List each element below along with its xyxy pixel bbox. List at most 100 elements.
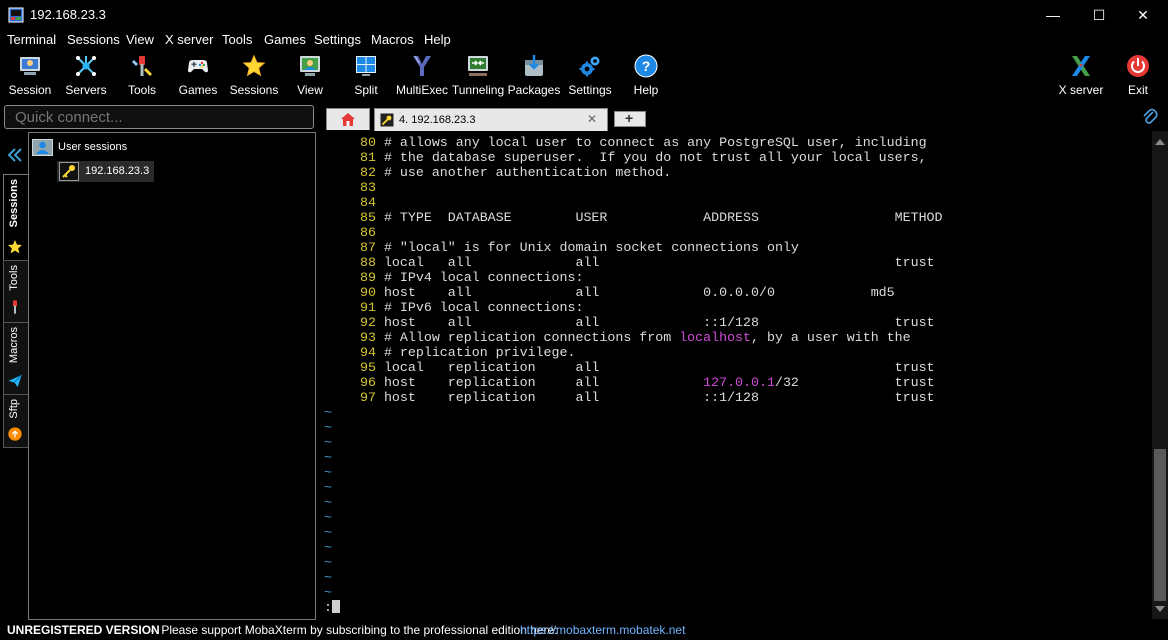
tools-icon [132,56,152,76]
line-text: # IPv6 local connections: [383,300,584,315]
menu-games[interactable]: Games [264,32,306,47]
new-tab-button[interactable]: + [614,110,646,127]
terminal-line: 86 [360,225,384,240]
empty-line-marker: ~ [324,570,332,585]
command-line[interactable]: : [324,600,340,615]
terminal-view[interactable]: 80 # allows any local user to connect as… [320,131,1152,619]
side-tab-sessions[interactable]: Sessions [3,174,29,262]
line-text: # replication privilege. [383,345,576,360]
terminal-line: 83 [360,180,384,195]
home-tab[interactable] [326,108,370,130]
terminal-line: 84 [360,195,384,210]
menu-view[interactable]: View [126,32,154,47]
line-number: 87 [360,240,384,255]
line-text: host replication all [383,375,704,390]
empty-line-marker: ~ [324,540,332,555]
scrollbar-thumb[interactable] [1154,449,1166,601]
user-sessions-label: User sessions [58,141,128,153]
scroll-down-icon[interactable] [1155,606,1165,614]
app-logo-icon [8,7,24,23]
servers-icon [76,56,96,76]
scroll-up-icon[interactable] [1155,137,1165,145]
line-text: # IPv4 local connections: [383,270,584,285]
session-tab[interactable]: 4. 192.168.23.3 ✕ [374,108,608,131]
empty-line-marker: ~ [324,555,332,570]
side-tab-sftp[interactable]: Sftp [3,394,29,448]
quick-connect-input[interactable] [15,107,305,127]
menu-terminal[interactable]: Terminal [7,32,56,47]
minimize-button[interactable]: — [1030,0,1076,30]
line-text: # allows any local user to connect as an… [383,135,927,150]
terminal-line: 87 # "local" is for Unix domain socket c… [360,240,799,255]
terminal-line: 94 # replication privilege. [360,345,575,360]
star-icon [242,54,266,77]
line-number: 86 [360,225,384,240]
terminal-line: 88 local all all trust [360,255,935,270]
menu-x-server[interactable]: X server [165,32,213,47]
menu-tools[interactable]: Tools [222,32,252,47]
line-number: 94 [360,345,384,360]
empty-line-marker: ~ [324,495,332,510]
empty-line-marker: ~ [324,480,332,495]
split-button[interactable]: Split [338,52,394,100]
menu-settings[interactable]: Settings [314,32,361,47]
side-tab-tools-label: Tools [8,265,20,291]
home-icon [341,113,355,126]
user-sessions-icon [32,139,53,156]
user-sessions-folder[interactable]: User sessions [32,139,262,157]
empty-line-marker: ~ [324,585,332,600]
menu-sessions[interactable]: Sessions [67,32,120,47]
settings-button[interactable]: Settings [562,52,618,100]
line-number: 88 [360,255,384,270]
multiexec-button[interactable]: MultiExec [394,52,450,100]
window-title: 192.168.23.3 [30,7,106,22]
terminal-line: 96 host replication all 127.0.0.1/32 tru… [360,375,935,390]
main-toolbar: Session Servers Tools Games Sessions Vie… [0,50,1168,102]
line-number: 95 [360,360,384,375]
tunneling-button[interactable]: Tunneling [450,52,506,100]
session-tab-label: 4. 192.168.23.3 [399,114,476,126]
line-text: /32 trust [774,375,935,390]
sessions-button[interactable]: Sessions [226,52,282,100]
menu-macros[interactable]: Macros [371,32,414,47]
packages-button[interactable]: Packages [506,52,562,100]
help-button[interactable]: ? Help [618,52,674,100]
terminal-line: 97 host replication all ::1/128 trust [360,390,935,405]
tab-close-button[interactable]: ✕ [587,112,597,126]
mobaxterm-link[interactable]: https://mobaxterm.mobatek.net [520,620,685,640]
side-tab-sessions-label: Sessions [8,179,20,228]
session-item[interactable]: 192.168.23.3 [57,161,154,182]
highlighted-text: localhost [679,330,752,345]
collapse-panel-icon[interactable] [7,147,23,163]
view-button[interactable]: View [282,52,338,100]
session-button[interactable]: Session [2,52,58,100]
maximize-button[interactable]: ☐ [1076,0,1122,30]
view-icon [300,56,320,76]
help-icon: ? [634,54,658,78]
tools-button[interactable]: Tools [114,52,170,100]
line-text: local replication all trust [383,360,935,375]
side-tab-macros[interactable]: Macros [3,322,29,396]
empty-line-marker: ~ [324,525,332,540]
menu-help[interactable]: Help [424,32,451,47]
terminal-line: 89 # IPv4 local connections: [360,270,583,285]
x-server-button[interactable]: X server [1053,52,1109,100]
line-text: # use another authentication method. [383,165,672,180]
session-item-label: 192.168.23.3 [85,165,150,177]
terminal-scrollbar[interactable] [1152,131,1168,619]
servers-button[interactable]: Servers [58,52,114,100]
line-text: host all all 0.0.0.0/0 md5 [383,285,895,300]
line-number: 85 [360,210,384,225]
side-tab-sftp-label: Sftp [8,399,20,419]
unregistered-label: UNREGISTERED VERSION [7,623,160,637]
line-number: 92 [360,315,384,330]
close-window-button[interactable]: ✕ [1120,0,1166,30]
side-tab-tools[interactable]: Tools [3,260,29,324]
quick-connect-box [4,105,314,129]
side-tab-macros-label: Macros [8,327,20,364]
exit-button[interactable]: Exit [1110,52,1166,100]
svg-text:?: ? [642,58,651,74]
paperclip-icon[interactable] [1142,108,1158,126]
games-button[interactable]: Games [170,52,226,100]
terminal-line: 91 # IPv6 local connections: [360,300,583,315]
